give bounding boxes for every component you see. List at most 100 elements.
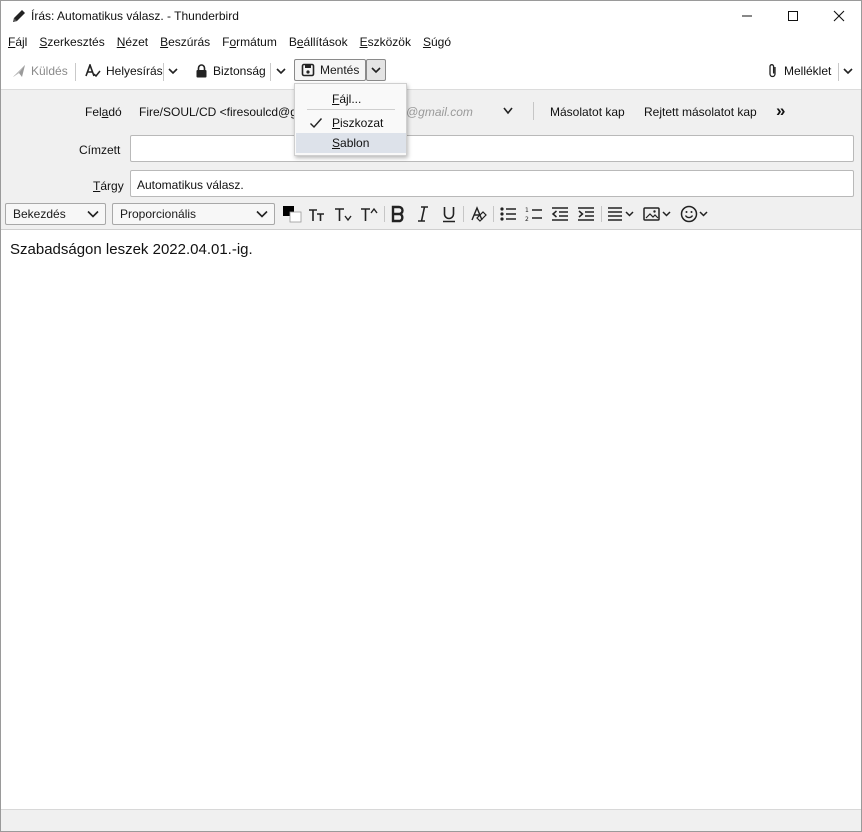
indent-icon bbox=[578, 207, 594, 221]
save-menu-file[interactable]: Fájl... bbox=[296, 89, 406, 109]
save-menu-template[interactable]: Sablon bbox=[296, 133, 406, 153]
lock-icon bbox=[196, 64, 207, 78]
numbered-list-icon: 12 bbox=[525, 207, 542, 222]
security-label: Biztonság bbox=[213, 64, 266, 78]
menu-tools[interactable]: Eszközök bbox=[360, 35, 411, 49]
spelling-button[interactable]: Helyesírás bbox=[85, 59, 163, 83]
pencil-icon bbox=[13, 10, 25, 22]
chevron-down-icon[interactable] bbox=[501, 105, 515, 117]
maximize-button[interactable] bbox=[770, 1, 816, 31]
align-menu-button[interactable] bbox=[606, 204, 636, 224]
save-menu-draft[interactable]: Piszkozat bbox=[296, 113, 406, 133]
security-button[interactable]: Biztonság bbox=[195, 59, 266, 83]
compose-window: Írás: Automatikus válasz. - Thunderbird … bbox=[0, 0, 862, 832]
svg-text:2: 2 bbox=[525, 216, 529, 222]
attachment-dropdown[interactable] bbox=[843, 59, 858, 83]
text-color-button[interactable] bbox=[281, 204, 303, 224]
to-label: Címzett bbox=[79, 143, 121, 157]
menu-file[interactable]: Fájl bbox=[8, 35, 27, 49]
minimize-button[interactable] bbox=[724, 1, 770, 31]
checkmark-icon bbox=[310, 118, 323, 129]
message-body-text: Szabadságon leszek 2022.04.01.-ig. bbox=[10, 241, 253, 258]
send-button[interactable]: Küldés bbox=[12, 59, 68, 83]
spelling-label: Helyesírás bbox=[106, 64, 163, 78]
menu-insert[interactable]: Beszúrás bbox=[160, 35, 210, 49]
menu-format-label: rmátum bbox=[236, 35, 277, 49]
chevron-down-icon bbox=[843, 68, 853, 75]
save-file-accel: F bbox=[332, 92, 340, 106]
menu-file-label: ájl bbox=[15, 35, 28, 49]
save-label: Mentés bbox=[320, 63, 360, 77]
font-select[interactable]: Proporcionális bbox=[112, 203, 275, 225]
message-body-editor[interactable]: Szabadságon leszek 2022.04.01.-ig. bbox=[1, 229, 861, 809]
menu-options-accel: e bbox=[296, 35, 304, 49]
outdent-icon bbox=[551, 207, 568, 221]
smiley-icon bbox=[680, 205, 708, 223]
save-button[interactable]: Mentés bbox=[294, 59, 366, 81]
color-swatch-icon bbox=[283, 206, 302, 223]
italic-button[interactable] bbox=[413, 204, 433, 224]
increase-indent-button[interactable] bbox=[575, 204, 597, 224]
save-file-label: ájl... bbox=[339, 92, 362, 106]
chevron-down-icon bbox=[276, 68, 286, 75]
chevron-down-icon bbox=[256, 210, 268, 218]
menu-separator bbox=[307, 109, 395, 110]
numbered-list-button[interactable]: 12 bbox=[523, 204, 545, 224]
menu-edit[interactable]: Szerkesztés bbox=[39, 35, 104, 49]
menu-insert-accel: B bbox=[160, 35, 169, 49]
bullet-list-button[interactable] bbox=[497, 204, 519, 224]
menu-format[interactable]: Formátum bbox=[222, 35, 277, 49]
more-recipients-icon[interactable]: » bbox=[776, 101, 785, 121]
smaller-font-button[interactable] bbox=[306, 204, 328, 224]
decrease-indent-button[interactable] bbox=[549, 204, 571, 224]
remove-formatting-button[interactable] bbox=[468, 204, 490, 224]
emoji-menu-button[interactable] bbox=[679, 204, 711, 224]
save-draft-label: iszkozat bbox=[340, 116, 384, 130]
bcc-button[interactable]: Rejtett másolatot kap bbox=[644, 105, 757, 119]
from-label-pre: Fel bbox=[85, 105, 102, 119]
menu-options[interactable]: Beállítások bbox=[289, 35, 348, 49]
menu-tools-accel: E bbox=[359, 35, 368, 49]
attachment-label: Melléklet bbox=[784, 64, 832, 78]
from-label-post: dó bbox=[108, 105, 122, 119]
chevron-down-icon bbox=[168, 68, 178, 75]
security-dropdown[interactable] bbox=[276, 59, 291, 83]
menu-view[interactable]: Nézet bbox=[117, 35, 148, 49]
font-size-decrease-button[interactable] bbox=[332, 204, 354, 224]
paragraph-format-select[interactable]: Bekezdés bbox=[5, 203, 106, 225]
toolbar-separator bbox=[838, 63, 839, 81]
bold-icon bbox=[391, 205, 404, 223]
menu-help-label: úgó bbox=[430, 35, 451, 49]
font-size-increase-button[interactable] bbox=[358, 204, 380, 224]
save-dropdown-button[interactable] bbox=[366, 59, 386, 81]
minimize-icon bbox=[742, 15, 752, 17]
subject-field[interactable]: Automatikus válasz. bbox=[130, 170, 854, 197]
header-separator bbox=[533, 102, 534, 120]
bold-button[interactable] bbox=[388, 204, 408, 224]
close-button[interactable] bbox=[816, 1, 862, 31]
from-identity-select[interactable]: Fire/SOUL/CD <firesoulcd@g bbox=[139, 105, 297, 119]
subject-label-rest: árgy bbox=[100, 179, 124, 193]
italic-icon bbox=[418, 206, 428, 222]
align-left-icon bbox=[608, 207, 634, 221]
image-icon bbox=[643, 207, 671, 221]
format-separator bbox=[384, 206, 385, 222]
underline-button[interactable] bbox=[439, 204, 459, 224]
to-field[interactable] bbox=[130, 135, 854, 162]
attachment-button[interactable]: Melléklet bbox=[767, 59, 831, 83]
bullet-list-icon bbox=[500, 207, 516, 221]
text-size-up-icon bbox=[361, 207, 378, 221]
menu-help[interactable]: Súgó bbox=[423, 35, 451, 49]
spelling-dropdown[interactable] bbox=[168, 59, 183, 83]
font-value: Proporcionális bbox=[120, 207, 197, 221]
font-size-reduce-icon bbox=[309, 209, 324, 221]
status-bar bbox=[1, 809, 861, 831]
toolbar-separator bbox=[270, 63, 271, 81]
spellcheck-icon bbox=[85, 64, 101, 78]
send-label: Küldés bbox=[31, 64, 68, 78]
save-template-label: ablon bbox=[340, 136, 370, 150]
menu-view-label: ézet bbox=[125, 35, 149, 49]
format-separator bbox=[463, 206, 464, 222]
insert-menu-button[interactable] bbox=[642, 204, 674, 224]
cc-button[interactable]: Másolatot kap bbox=[550, 105, 625, 119]
